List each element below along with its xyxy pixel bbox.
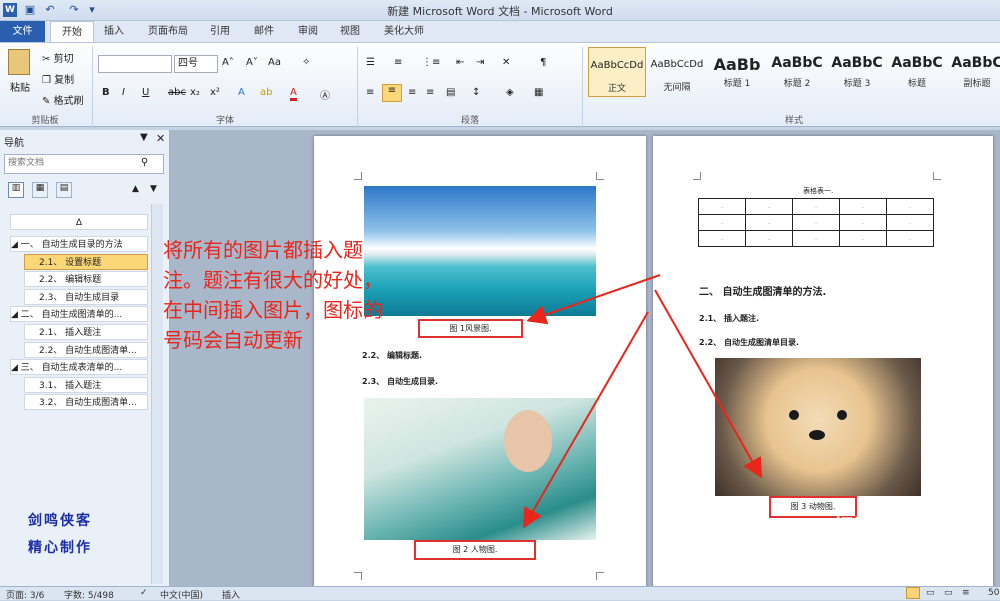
arrow-to-caption-1 [526, 274, 661, 325]
zoom-level[interactable]: 50 [988, 588, 999, 598]
language[interactable]: 中文(中国) [160, 588, 203, 601]
arrow-to-caption-2 [522, 311, 649, 529]
status-bar: 页面: 3/6 字数: 5/498 ✓ 中文(中国) 插入 ▭ ▭ ≡ 50 [0, 586, 1000, 601]
print-layout-icon[interactable] [906, 587, 920, 599]
page-count[interactable]: 页面: 3/6 [6, 588, 44, 601]
arrow-to-caption-3 [654, 289, 762, 479]
outline-icon[interactable]: ≡ [962, 588, 970, 598]
proofing-icon[interactable]: ✓ [140, 588, 148, 598]
word-count[interactable]: 字数: 5/498 [64, 588, 114, 601]
web-layout-icon[interactable]: ▭ [944, 588, 953, 598]
insert-mode[interactable]: 插入 [222, 588, 240, 601]
annotation-arrows [522, 274, 762, 529]
full-screen-icon[interactable]: ▭ [926, 588, 935, 598]
